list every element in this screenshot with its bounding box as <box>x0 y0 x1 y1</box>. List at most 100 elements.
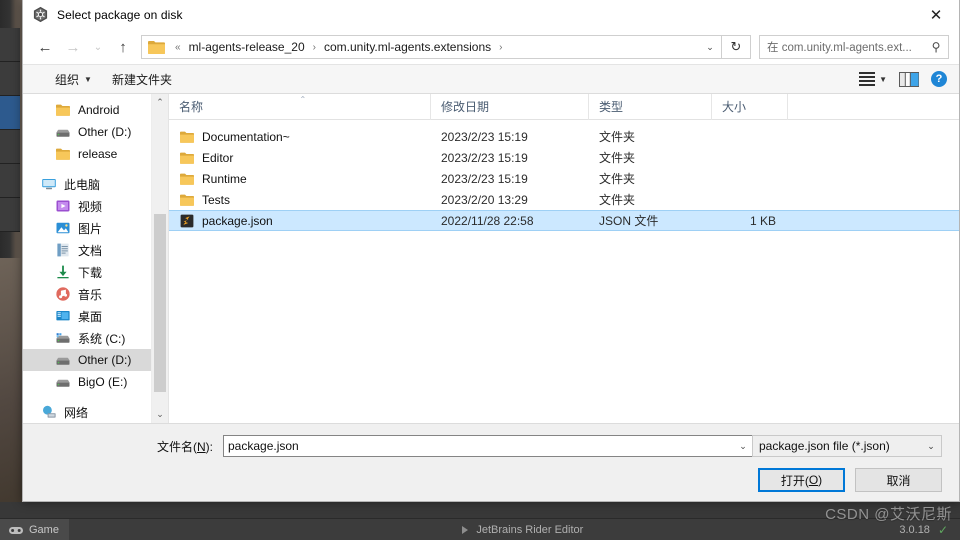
table-row[interactable]: Runtime 2023/2/23 15:19 文件夹 <box>169 168 959 189</box>
sidebar-item-label: 音乐 <box>78 287 103 302</box>
folder-icon <box>180 152 194 164</box>
background-hierarchy-rows <box>0 28 20 258</box>
folder-icon <box>148 41 165 54</box>
folder-icon <box>56 104 70 116</box>
background-row <box>0 198 20 232</box>
file-name-cell: Editor <box>169 147 431 168</box>
background-row <box>0 62 20 96</box>
filename-input[interactable]: package.json ⌄ <box>223 435 753 457</box>
table-row[interactable]: Documentation~ 2023/2/23 15:19 文件夹 <box>169 126 959 147</box>
sidebar-item-label: 视频 <box>78 199 103 214</box>
background-row <box>0 164 20 198</box>
file-name-label: Documentation~ <box>202 129 290 144</box>
navigation-tree: Android Other (D:) release 此电脑视频图片文档下载音乐桌面系… <box>23 94 168 423</box>
new-folder-button[interactable]: 新建文件夹 <box>102 66 182 92</box>
system-drive-icon <box>56 333 70 343</box>
sidebar-item-label: release <box>78 147 118 161</box>
navigation-group-gap <box>23 393 168 401</box>
column-header-size[interactable]: 大小 <box>712 93 788 120</box>
sidebar-item-bigo-e[interactable]: BigO (E:) <box>23 371 168 393</box>
column-header-type[interactable]: 类型 <box>589 93 712 120</box>
column-header-date[interactable]: 修改日期 <box>431 93 589 120</box>
sidebar-item-[interactable]: 网络 <box>23 401 168 423</box>
back-button[interactable]: ← <box>31 34 59 60</box>
rider-label: JetBrains Rider Editor <box>476 523 584 536</box>
search-icon[interactable]: ⚲ <box>924 40 948 54</box>
chevron-down-icon[interactable]: ⌄ <box>699 36 721 58</box>
sidebar-item-label: Android <box>78 103 120 117</box>
navigation-pane: Android Other (D:) release 此电脑视频图片文档下载音乐桌面系… <box>23 94 169 423</box>
preview-pane-button[interactable] <box>893 66 925 92</box>
chevron-down-icon: ▼ <box>879 74 887 84</box>
sidebar-item-label: 文档 <box>78 243 103 258</box>
organize-button[interactable]: 组织 ▼ <box>45 66 102 92</box>
table-row[interactable]: Editor 2023/2/23 15:19 文件夹 <box>169 147 959 168</box>
open-button[interactable]: 打开(O) <box>758 468 845 492</box>
breadcrumb-item-0[interactable]: ml-agents-release_20 <box>186 40 308 54</box>
sidebar-item-[interactable]: 图片 <box>23 217 168 239</box>
column-header-name[interactable]: ⌃ 名称 <box>169 93 431 120</box>
pictures-icon <box>56 222 70 234</box>
check-icon: ✓ <box>937 522 948 537</box>
navigation-scrollbar[interactable]: ⌃ ⌄ <box>151 94 168 423</box>
filename-value: package.json <box>228 439 299 453</box>
address-bar[interactable]: « ml-agents-release_20 › com.unity.ml-ag… <box>141 35 722 59</box>
sidebar-item-[interactable]: 下载 <box>23 261 168 283</box>
sidebar-item-other-d[interactable]: Other (D:) <box>23 349 168 371</box>
close-icon[interactable]: ✕ <box>913 0 959 30</box>
breadcrumb-separator-icon[interactable]: › <box>308 42 321 53</box>
recent-locations-button[interactable]: ⌄ <box>87 34 109 60</box>
expand-arrow-icon[interactable] <box>462 525 469 534</box>
command-bar: 组织 ▼ 新建文件夹 ▼ ? <box>23 64 959 94</box>
search-input[interactable]: 在 com.unity.ml-agents.ext... ⚲ <box>759 35 949 59</box>
column-headers: ⌃ 名称 修改日期 类型 大小 <box>169 93 959 120</box>
breadcrumb-separator-icon[interactable]: › <box>494 42 507 53</box>
file-name-cell: Documentation~ <box>169 126 431 147</box>
sidebar-item-label: 桌面 <box>78 309 103 324</box>
sidebar-item-android[interactable]: Android <box>23 99 168 121</box>
sidebar-item-label: 网络 <box>64 405 89 420</box>
sidebar-item-[interactable]: 文档 <box>23 239 168 261</box>
breadcrumb-overflow-icon[interactable]: « <box>170 42 186 53</box>
table-row[interactable]: package.json 2022/11/28 22:58 JSON 文件 1 KB <box>169 210 959 231</box>
help-button[interactable]: ? <box>925 66 953 92</box>
scroll-up-icon[interactable]: ⌃ <box>152 94 168 111</box>
sidebar-item-release[interactable]: release <box>23 143 168 165</box>
downloads-icon <box>57 265 69 279</box>
sidebar-item-other-d[interactable]: Other (D:) <box>23 121 168 143</box>
file-name-cell: package.json <box>169 210 431 231</box>
unity-status-bar: Game JetBrains Rider Editor 3.0.18 ✓ <box>0 518 960 540</box>
open-button-suffix: ) <box>818 473 823 487</box>
cancel-button[interactable]: 取消 <box>855 468 942 492</box>
navigation-bar: ← → ⌄ ↑ « ml-agents-release_20 › com.uni… <box>23 30 959 64</box>
forward-button[interactable]: → <box>59 34 87 60</box>
column-header-name-label: 名称 <box>179 100 204 114</box>
table-row[interactable]: Tests 2023/2/20 13:29 文件夹 <box>169 189 959 210</box>
file-name-label: package.json <box>202 213 273 228</box>
sidebar-item-[interactable]: 桌面 <box>23 305 168 327</box>
dialog-footer: 文件名(N): package.json ⌄ package.json file… <box>23 423 959 501</box>
dialog-body: Android Other (D:) release 此电脑视频图片文档下载音乐桌面系… <box>23 93 959 423</box>
scroll-down-icon[interactable]: ⌄ <box>152 406 168 423</box>
scrollbar-thumb[interactable] <box>154 214 166 392</box>
view-options-button[interactable]: ▼ <box>853 66 893 92</box>
breadcrumb: « ml-agents-release_20 › com.unity.ml-ag… <box>170 40 508 54</box>
breadcrumb-item-1[interactable]: com.unity.ml-agents.extensions <box>321 40 494 54</box>
sidebar-item-c[interactable]: 系统 (C:) <box>23 327 168 349</box>
file-type-filter-select[interactable]: package.json file (*.json) ⌄ <box>752 435 942 457</box>
sidebar-item-[interactable]: 音乐 <box>23 283 168 305</box>
column-header-size-label: 大小 <box>722 100 747 114</box>
unity-game-tab[interactable]: Game <box>0 518 69 540</box>
refresh-icon[interactable]: ↻ <box>722 35 751 59</box>
filename-label-accel: N <box>196 439 206 454</box>
chevron-down-icon: ▼ <box>84 74 92 84</box>
rider-version: 3.0.18 <box>899 523 930 536</box>
up-button[interactable]: ↑ <box>109 34 137 60</box>
folder-icon <box>56 148 70 160</box>
sidebar-item-[interactable]: 视频 <box>23 195 168 217</box>
file-date-cell: 2023/2/23 15:19 <box>441 150 528 165</box>
file-type-cell: JSON 文件 <box>599 214 659 228</box>
sidebar-item-[interactable]: 此电脑 <box>23 173 168 195</box>
gamepad-icon <box>9 526 23 534</box>
chevron-down-icon[interactable]: ⌄ <box>734 441 752 452</box>
